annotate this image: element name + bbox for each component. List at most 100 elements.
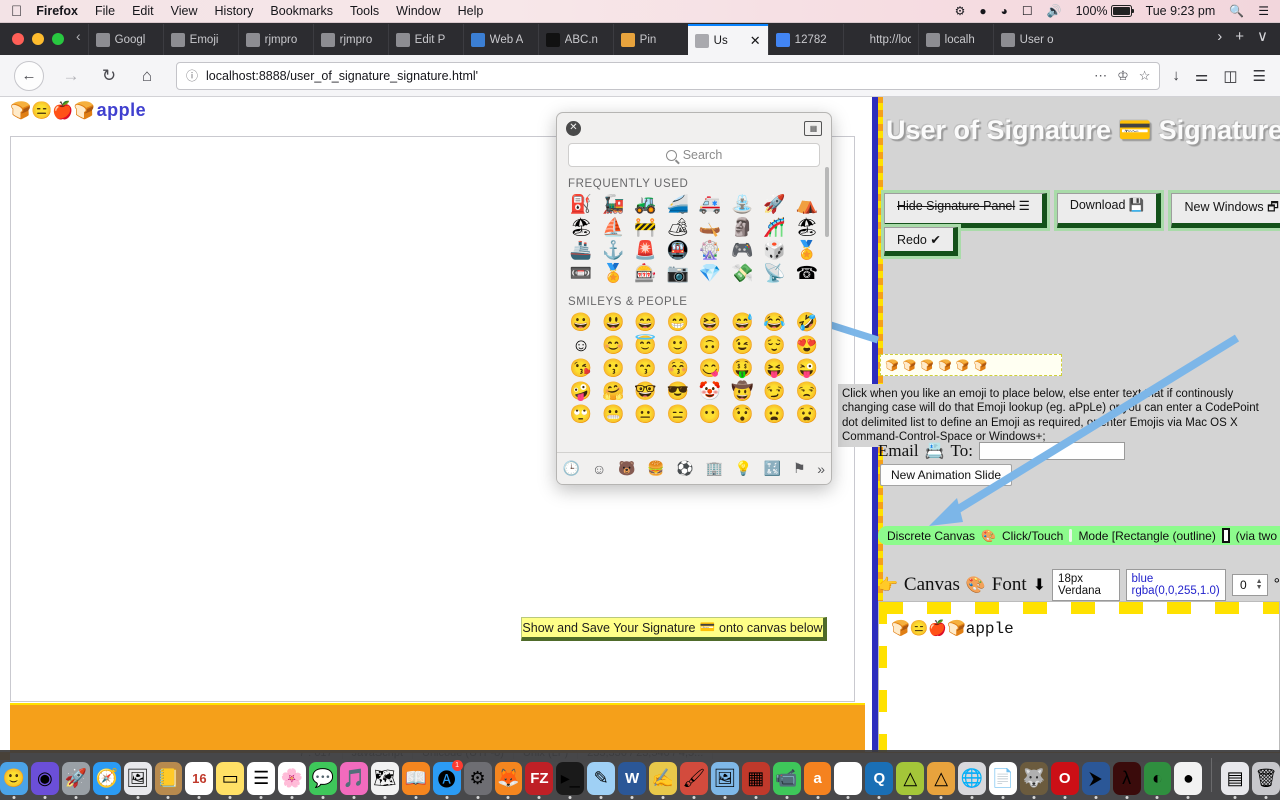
close-window-button[interactable] <box>12 33 24 45</box>
appstore-icon[interactable]: 🅐 1 <box>432 760 463 795</box>
emoji-cell[interactable]: 😌 <box>759 334 791 357</box>
menu-item-tools[interactable]: Tools <box>350 4 379 18</box>
xquartz-icon[interactable]: X <box>834 762 863 795</box>
emoji-cell[interactable]: 🛶 <box>694 216 726 239</box>
signature-preview-strip[interactable]: 🍞🍞🍞🍞🍞🍞 <box>880 354 1062 376</box>
hide-signature-panel-button[interactable]: Hide Signature Panel ☰ <box>884 193 1047 228</box>
apple-menu-icon[interactable]:  <box>11 4 22 19</box>
emoji-cell[interactable]: 😑 <box>662 403 694 426</box>
click-touch-label[interactable]: Click/Touch <box>1002 529 1063 543</box>
emoji-cell[interactable]: 😉 <box>726 334 758 357</box>
coreldraw-icon[interactable]: ◐ <box>1143 762 1172 795</box>
info-icon[interactable]: ⓘ <box>186 67 198 84</box>
browser-tab-3[interactable]: rjmpro <box>312 24 388 55</box>
sidebar-icon[interactable]: ◫ <box>1223 67 1237 85</box>
emoji-cell[interactable]: 😊 <box>597 334 629 357</box>
menu-item-firefox[interactable]: Firefox <box>36 4 78 18</box>
emoji-cell[interactable]: ☎ <box>791 262 823 285</box>
emoji-cell[interactable]: 😧 <box>791 403 823 426</box>
menubar-clock[interactable]: Tue 9:23 pm <box>1146 4 1216 18</box>
gimp-icon[interactable]: 🐺 <box>1019 762 1048 795</box>
launchpad-icon[interactable]: 🚀 <box>61 762 90 795</box>
trash-icon[interactable]: 🗑 <box>1252 762 1280 795</box>
menu-item-bookmarks[interactable]: Bookmarks <box>270 4 333 18</box>
emoji-cell[interactable]: 😦 <box>759 403 791 426</box>
tab-scroll-left-icon[interactable]: ‹ <box>74 28 88 55</box>
browser-tab-10[interactable]: http://loca <box>842 24 918 55</box>
tab-close-icon[interactable]: ✕ <box>750 33 761 49</box>
emoji-cell[interactable]: 😜 <box>791 357 823 380</box>
emoji-cell[interactable]: 😀 <box>565 311 597 334</box>
avast-icon[interactable]: a <box>803 762 832 795</box>
emoji-cell[interactable]: ⛲ <box>726 193 758 216</box>
browser-tab-2[interactable]: rjmpro <box>237 24 313 55</box>
emoji-cell[interactable]: 😅 <box>726 311 758 334</box>
browser-tab-4[interactable]: Edit P <box>387 24 463 55</box>
emoji-cell[interactable]: 🤣 <box>791 311 823 334</box>
smileys-tab[interactable]: ☺ <box>592 461 606 477</box>
preview-icon[interactable]: 🖼 <box>710 762 739 795</box>
acrobat-icon[interactable]: λ <box>1112 762 1141 795</box>
emoji-cell[interactable]: 🤪 <box>565 380 597 403</box>
emoji-cell[interactable]: ☺ <box>565 334 597 357</box>
emoji-cell[interactable]: 😐 <box>630 403 662 426</box>
emoji-cell[interactable]: 💎 <box>694 262 726 285</box>
tab-scroll-right-icon[interactable]: › <box>1217 28 1222 45</box>
browser-tab-7[interactable]: Pin <box>612 24 688 55</box>
ibooks-icon[interactable]: 📖 <box>401 762 430 795</box>
reload-button[interactable]: ↻ <box>98 66 120 86</box>
search-input[interactable]: Search <box>568 143 820 167</box>
font-value-field[interactable]: 18px Verdana <box>1052 569 1120 601</box>
record-status-icon[interactable]: ● <box>979 5 986 17</box>
emoji-cell[interactable]: 🏖 <box>791 216 823 239</box>
shield-icon[interactable]: ♔ <box>1117 68 1129 84</box>
menu-item-file[interactable]: File <box>95 4 115 18</box>
click-touch-toggle[interactable] <box>1069 529 1073 542</box>
new-windows-button[interactable]: New Windows 🗗 <box>1171 193 1280 228</box>
library-icon[interactable]: ⚌ <box>1195 67 1208 85</box>
scrollbar[interactable] <box>825 167 829 237</box>
objects-tab[interactable]: 💡 <box>735 460 752 477</box>
emoji-cell[interactable]: 🏕 <box>662 216 694 239</box>
keypad-icon[interactable]: ▦ <box>804 120 822 136</box>
notepad-icon[interactable]: ✍ <box>649 762 677 795</box>
macos-dock[interactable]: 🙂 ◉ 🚀 🧭 🖼 📒 16 ▭ ☰ 🌸 💬 🎵 🗺 📖 🅐 1 ⚙ 🦊 FZ ▸_ ✎ W ✍ 🖌 🖼 ▦ 📹 a X Q △ △ 🌐 📄 🐺 O ⮞… <box>0 750 1280 800</box>
symbols-tab[interactable]: 🔣 <box>764 460 781 477</box>
travel-tab[interactable]: 🏢 <box>706 460 723 477</box>
airplay-icon[interactable]: ☐ <box>1022 5 1033 17</box>
stepper-arrows-icon[interactable]: ▲ ▼ <box>1256 578 1263 591</box>
emoji-picker-panel[interactable]: ✕ ▦ Search FREQUENTLY USED ⛽ 🚂 🚜 🚄 🚑 ⛲ 🚀 ⛺ 🏖 ⛵ 🚧 🏕 🛶 🗿… <box>556 112 832 485</box>
browser-tab-6[interactable]: ABC.n <box>537 24 613 55</box>
textedit-icon[interactable]: ✎ <box>587 762 616 795</box>
emoji-cell[interactable]: ⛺ <box>791 193 823 216</box>
browser-tab-8[interactable]: Us ✕ <box>687 24 768 55</box>
emoji-cell[interactable]: 📼 <box>565 262 597 285</box>
emoji-cell[interactable]: 😚 <box>662 357 694 380</box>
itunes-icon[interactable]: 🎵 <box>339 762 368 795</box>
url-bar[interactable]: ⓘ localhost:8888/user_of_signature_signa… <box>176 61 1161 90</box>
emoji-cell[interactable]: 🤠 <box>726 380 758 403</box>
window-controls[interactable] <box>0 33 74 55</box>
reminders-icon[interactable]: ☰ <box>247 762 276 795</box>
photos-app-icon[interactable]: 🖼 <box>123 762 152 795</box>
browser-tab-11[interactable]: localh <box>917 24 993 55</box>
emoji-cell[interactable]: 😇 <box>630 334 662 357</box>
emoji-cell[interactable]: 😎 <box>662 380 694 403</box>
emoji-cell[interactable]: 😶 <box>694 403 726 426</box>
android-studio-icon[interactable]: △ <box>896 762 925 795</box>
forward-button[interactable]: → <box>60 66 82 86</box>
android-studio2-icon[interactable]: △ <box>927 762 956 795</box>
emoji-cell[interactable]: 😃 <box>597 311 629 334</box>
facetime-icon[interactable]: 📹 <box>772 762 801 795</box>
emoji-cell[interactable]: 😙 <box>630 357 662 380</box>
menu-item-history[interactable]: History <box>215 4 254 18</box>
email-to-input[interactable] <box>978 442 1125 460</box>
emoji-cell[interactable]: 🚀 <box>759 193 791 216</box>
emoji-cell[interactable]: ⛵ <box>597 216 629 239</box>
calendar-icon[interactable]: 16 <box>185 762 214 795</box>
siri-icon[interactable]: ◉ <box>30 762 59 795</box>
emoji-cell[interactable]: 😝 <box>759 357 791 380</box>
menu-item-edit[interactable]: Edit <box>132 4 154 18</box>
emoji-cell[interactable]: 😘 <box>565 357 597 380</box>
chrome-icon[interactable]: ● <box>1174 762 1203 795</box>
